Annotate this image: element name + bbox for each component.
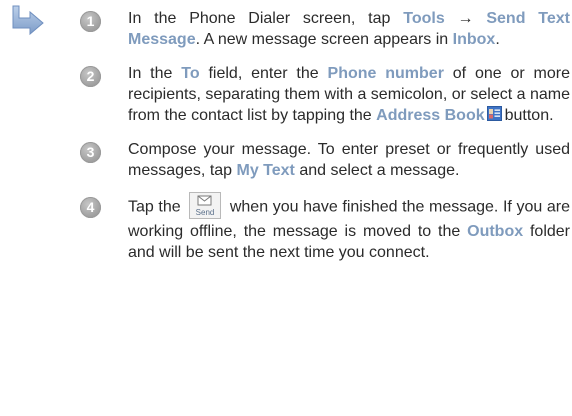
- ui-keyword: My Text: [236, 162, 295, 179]
- address-book-icon: [486, 106, 502, 122]
- ui-keyword: Tools: [403, 10, 445, 27]
- step-number-badge: 3: [80, 142, 101, 163]
- step-number-badge: 2: [80, 66, 101, 87]
- ui-keyword: Inbox: [452, 31, 496, 48]
- step-text: Compose your message. To enter preset or…: [128, 139, 570, 181]
- instruction-text: →: [444, 10, 487, 27]
- send-icon-label: Send: [196, 208, 215, 217]
- procedure-steps: 1 In the Phone Dialer screen, tap Tools …: [80, 8, 570, 263]
- ui-keyword: To: [181, 65, 200, 82]
- step-2: 2 In the To field, enter the Phone numbe…: [80, 63, 570, 126]
- send-button-icon: Send: [189, 192, 222, 219]
- step-number-badge: 1: [80, 11, 101, 32]
- instruction-text: In the Phone Dialer screen, tap: [128, 10, 404, 27]
- ui-keyword: Address Book: [376, 107, 485, 124]
- instruction-text: Tap the: [128, 198, 186, 216]
- ui-keyword: Outbox: [467, 223, 524, 240]
- step-1: 1 In the Phone Dialer screen, tap Tools …: [80, 8, 570, 50]
- instruction-text: field, enter the: [199, 65, 328, 82]
- step-3: 3 Compose your message. To enter preset …: [80, 139, 570, 181]
- instruction-text: .: [495, 31, 500, 48]
- ui-keyword: Phone number: [327, 65, 444, 82]
- instruction-text: . A new message screen appears in: [195, 31, 453, 48]
- step-text: In the Phone Dialer screen, tap Tools → …: [128, 8, 570, 50]
- step-text: Tap the Send when you have finished the …: [128, 192, 570, 263]
- instruction-text: and select a message.: [294, 162, 460, 179]
- instruction-text: button.: [504, 107, 554, 124]
- step-4: 4 Tap the Send when you have finished th…: [80, 192, 570, 263]
- step-number-badge: 4: [80, 197, 101, 218]
- procedure-arrow-icon: [12, 5, 44, 36]
- step-text: In the To field, enter the Phone number …: [128, 63, 570, 126]
- instruction-text: In the: [128, 65, 182, 82]
